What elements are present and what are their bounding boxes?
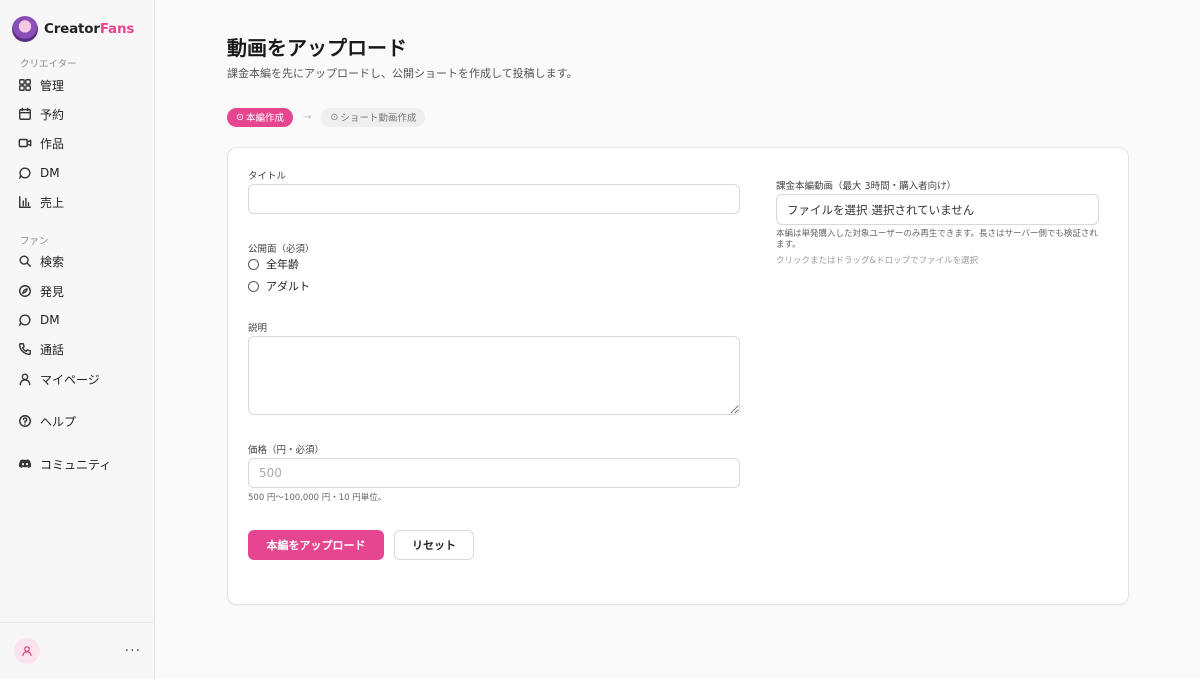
- sidebar-item-mypage[interactable]: マイページ: [18, 368, 100, 390]
- audience-label: 公開面（必須）: [248, 244, 315, 255]
- choose-file-button[interactable]: ファイルを選択: [787, 202, 868, 218]
- step-status-icon: ⊙: [330, 111, 339, 123]
- chat-icon: [18, 166, 32, 180]
- sidebar-item-creator-dm[interactable]: DM: [18, 162, 60, 184]
- calendar-icon: [18, 107, 32, 121]
- video-file-label: 課金本編動画（最大 3時間・購入者向け）: [776, 181, 957, 192]
- sidebar-item-label: 予約: [40, 107, 65, 122]
- sidebar-item-fan-dm[interactable]: DM: [18, 309, 60, 331]
- radio-button[interactable]: [248, 280, 259, 292]
- step-label: ショート動画作成: [340, 113, 417, 124]
- video-icon: [18, 136, 32, 150]
- title-input[interactable]: [248, 184, 740, 214]
- brand-name: CreatorFans: [44, 21, 135, 37]
- sidebar-item-reservations[interactable]: 予約: [18, 103, 64, 125]
- compass-icon: [18, 284, 32, 298]
- sidebar-item-label: 作品: [40, 136, 65, 151]
- sidebar-item-label: 売上: [40, 195, 65, 210]
- more-options-icon[interactable]: ···: [125, 643, 141, 659]
- page-title: 動画をアップロード: [227, 36, 407, 60]
- sidebar-item-search[interactable]: 検索: [18, 250, 64, 272]
- sidebar-item-works[interactable]: 作品: [18, 132, 64, 154]
- radio-label: アダルト: [266, 280, 310, 293]
- user-icon: [22, 646, 32, 656]
- sidebar-item-label: 通話: [40, 342, 65, 357]
- reset-button[interactable]: リセット: [394, 530, 474, 560]
- phone-icon: [18, 342, 32, 356]
- sidebar-footer: ···: [0, 622, 155, 679]
- brand[interactable]: CreatorFans: [12, 16, 134, 42]
- price-label: 価格（円・必須）: [248, 445, 325, 456]
- price-input[interactable]: [248, 458, 740, 488]
- step-indicator: ⊙ 本編作成 → ⊙ ショート動画作成: [227, 107, 426, 127]
- sidebar-item-manage[interactable]: 管理: [18, 74, 64, 96]
- grid-icon: [18, 78, 32, 92]
- sidebar-item-discover[interactable]: 発見: [18, 280, 64, 302]
- radio-label: 全年齢: [266, 258, 299, 271]
- video-hint: 本編は単発購入した対象ユーザーのみ再生できます。長さはサーバー側でも検証されます…: [776, 229, 1098, 251]
- step-main-video[interactable]: ⊙ 本編作成: [227, 107, 293, 127]
- upload-form-card: タイトル 公開面（必須） 全年齢 アダルト 説明 価格（円・必須） 500 円〜…: [227, 147, 1129, 605]
- sidebar-item-sales[interactable]: 売上: [18, 191, 64, 213]
- creator-section-label: クリエイター: [20, 59, 77, 70]
- step-status-icon: ⊙: [236, 111, 244, 123]
- sidebar-item-label: 検索: [40, 254, 65, 269]
- radio-button[interactable]: [248, 258, 259, 270]
- arrow-right-icon: →: [302, 111, 312, 123]
- chat-icon: [18, 313, 32, 327]
- sidebar-item-community[interactable]: コミュニティ: [18, 453, 111, 475]
- sidebar-item-help[interactable]: ヘルプ: [18, 410, 76, 432]
- search-icon: [18, 254, 32, 268]
- sidebar-item-label: ヘルプ: [40, 414, 77, 429]
- sidebar: CreatorFans クリエイター 管理 予約 作品 DM 売上 ファン 検索…: [0, 0, 155, 679]
- sidebar-item-label: DM: [40, 166, 60, 180]
- price-hint: 500 円〜100,000 円・10 円単位。: [248, 493, 387, 503]
- step-label: 本編作成: [245, 113, 284, 124]
- step-short-video[interactable]: ⊙ ショート動画作成: [321, 107, 426, 127]
- sidebar-item-label: DM: [40, 313, 60, 327]
- file-input[interactable]: ファイルを選択 選択されていません: [776, 194, 1099, 225]
- help-circle-icon: [18, 414, 32, 428]
- brand-logo-icon: [12, 16, 38, 42]
- upload-main-video-button[interactable]: 本編をアップロード: [248, 530, 384, 560]
- user-icon: [18, 372, 32, 386]
- title-label: タイトル: [248, 171, 287, 182]
- file-status: 選択されていません: [871, 202, 975, 217]
- sidebar-item-label: 発見: [40, 284, 65, 299]
- page-subtitle: 課金本編を先にアップロードし、公開ショートを作成して投稿します。: [227, 67, 578, 80]
- description-label: 説明: [248, 323, 268, 334]
- avatar[interactable]: [14, 638, 40, 664]
- drop-hint: クリックまたはドラッグ&ドロップでファイルを選択: [776, 256, 979, 266]
- sidebar-item-call[interactable]: 通話: [18, 338, 64, 360]
- bar-chart-icon: [18, 195, 32, 209]
- audience-option-all-ages[interactable]: 全年齢: [248, 256, 299, 272]
- discord-icon: [18, 457, 32, 471]
- sidebar-item-label: マイページ: [40, 372, 100, 387]
- audience-option-adult[interactable]: アダルト: [248, 278, 310, 294]
- sidebar-item-label: コミュニティ: [40, 457, 112, 472]
- fan-section-label: ファン: [20, 236, 49, 247]
- sidebar-item-label: 管理: [40, 78, 65, 93]
- description-textarea[interactable]: [248, 336, 740, 415]
